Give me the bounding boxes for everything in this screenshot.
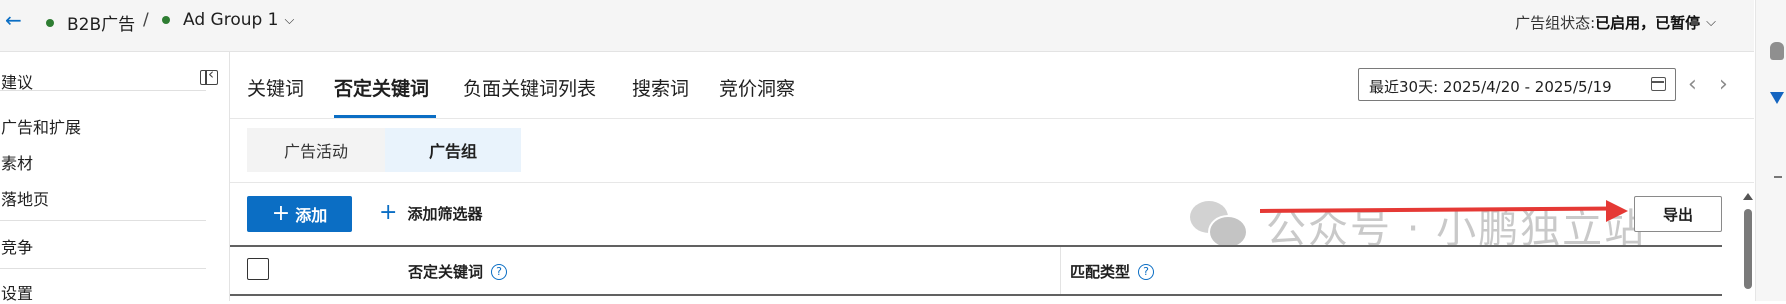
sidebar-item-ads-extensions[interactable]: 广告和扩展 xyxy=(1,114,81,138)
date-range-picker[interactable]: 最近30天: 2025/4/20 - 2025/5/19 xyxy=(1358,68,1676,101)
chevron-down-icon: ⌵ xyxy=(284,12,295,28)
sidebar-item-competition[interactable]: 竞争 xyxy=(1,234,33,258)
help-icon[interactable]: ? xyxy=(1138,263,1155,280)
tabs-divider xyxy=(230,118,1754,119)
chevron-down-icon: ⌵ xyxy=(1706,15,1716,30)
column-label: 匹配类型 xyxy=(1070,263,1131,281)
sidebar-item-settings[interactable]: 设置 xyxy=(1,280,33,304)
person-icon[interactable] xyxy=(1770,42,1784,60)
column-label: 否定关键词 xyxy=(408,263,484,281)
breadcrumb-campaign[interactable]: B2B广告 xyxy=(46,10,135,35)
tab-keywords[interactable]: 关键词 xyxy=(247,74,304,101)
tab-search-terms[interactable]: 搜索词 xyxy=(632,74,689,101)
plus-icon: + xyxy=(271,201,291,226)
scroll-thumb[interactable] xyxy=(1744,209,1752,289)
select-all-checkbox[interactable] xyxy=(247,258,269,280)
wechat-logo-icon xyxy=(1190,199,1248,251)
tab-negative-keywords[interactable]: 否定关键词 xyxy=(334,74,429,101)
breadcrumb-campaign-label: B2B广告 xyxy=(67,15,136,35)
annotation-arrow-head-icon xyxy=(1606,200,1628,222)
breadcrumb-ad-group[interactable]: Ad Group 1 ⌵ xyxy=(162,10,294,30)
flag-icon[interactable] xyxy=(1770,92,1784,104)
breadcrumb-ad-group-label: Ad Group 1 xyxy=(183,10,279,30)
export-button[interactable]: 导出 xyxy=(1634,196,1722,232)
sidebar-item-assets[interactable]: 素材 xyxy=(1,150,33,174)
previous-period-icon[interactable]: ‹ xyxy=(1688,72,1697,97)
right-edge-panel xyxy=(1755,0,1786,301)
add-filter-label: 添加筛选器 xyxy=(407,204,483,223)
segment-ad-groups[interactable]: 广告组 xyxy=(385,128,521,172)
top-bar: ← B2B广告 / Ad Group 1 ⌵ 广告组状态: 已启用，已暂停 ⌵ xyxy=(0,0,1754,52)
next-period-icon[interactable]: › xyxy=(1719,72,1728,97)
collapse-sidebar-icon[interactable] xyxy=(200,65,218,85)
add-filter-button[interactable]: + 添加筛选器 xyxy=(379,202,482,224)
vertical-scrollbar[interactable] xyxy=(1742,193,1754,301)
column-divider xyxy=(1060,247,1061,295)
calendar-icon xyxy=(1651,77,1666,91)
sidebar-item-landing-pages[interactable]: 落地页 xyxy=(1,186,49,210)
scroll-up-arrow-icon[interactable] xyxy=(1743,193,1753,200)
segment-divider xyxy=(230,182,1754,183)
sidebar-divider xyxy=(0,220,206,221)
tab-negative-keyword-lists[interactable]: 负面关键词列表 xyxy=(463,74,596,101)
status-dot-icon xyxy=(46,18,54,27)
ad-group-status[interactable]: 广告组状态: 已启用，已暂停 ⌵ xyxy=(1515,12,1716,33)
sidebar-divider xyxy=(0,268,206,269)
status-label: 广告组状态: xyxy=(1515,14,1596,32)
tab-auction-insights[interactable]: 竞价洞察 xyxy=(719,74,795,101)
back-arrow-icon[interactable]: ← xyxy=(5,8,22,32)
add-button[interactable]: + 添加 xyxy=(247,196,352,232)
dash-icon xyxy=(1774,176,1782,178)
table-header-border xyxy=(230,294,1722,296)
sidebar-divider xyxy=(0,90,206,91)
add-button-label: 添加 xyxy=(295,206,328,225)
help-icon[interactable]: ? xyxy=(491,263,508,280)
status-dot-icon xyxy=(162,16,170,24)
status-value: 已启用，已暂停 xyxy=(1595,14,1701,32)
column-header-negative-keyword[interactable]: 否定关键词 ? xyxy=(408,261,508,282)
date-range-text: 最近30天: 2025/4/20 - 2025/5/19 xyxy=(1369,78,1612,96)
plus-icon: + xyxy=(379,200,398,225)
breadcrumb-separator: / xyxy=(143,10,149,30)
level-selector: 广告活动 广告组 xyxy=(247,128,521,172)
sidebar: 建议 广告和扩展 素材 落地页 竞争 设置 xyxy=(0,52,230,304)
column-header-match-type[interactable]: 匹配类型 ? xyxy=(1070,261,1155,282)
segment-campaigns[interactable]: 广告活动 xyxy=(247,128,385,172)
